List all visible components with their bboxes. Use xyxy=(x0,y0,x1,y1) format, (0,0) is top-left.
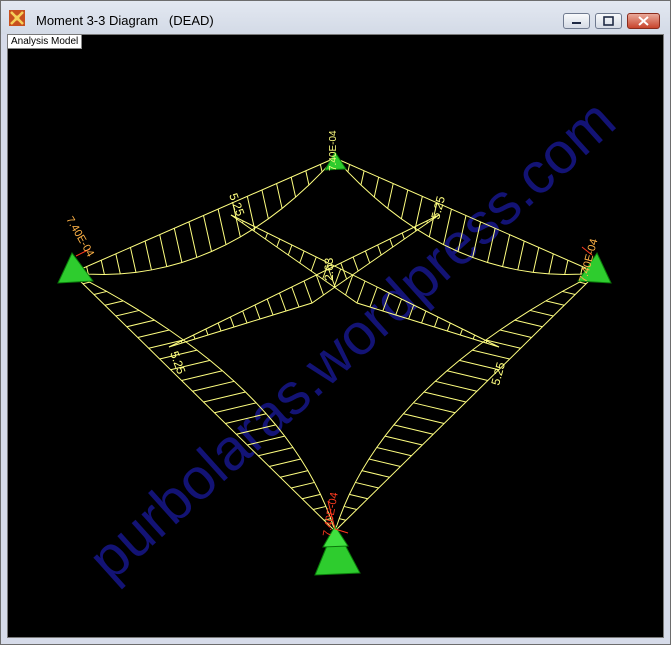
minimize-icon xyxy=(572,22,581,24)
close-button[interactable] xyxy=(627,13,660,29)
model-viewport[interactable]: Analysis Model purbolaras.wordpress.com xyxy=(7,34,664,638)
minimize-button[interactable] xyxy=(563,13,590,29)
maximize-icon xyxy=(603,16,614,26)
maximize-button[interactable] xyxy=(595,13,622,29)
label-top-left-beam: 5.25 xyxy=(226,191,247,218)
label-right-beam: 5.25 xyxy=(488,360,508,386)
label-support-left: 7.40E-04 xyxy=(63,215,96,260)
close-icon xyxy=(638,16,649,26)
label-support-top: 7.40E-04 xyxy=(328,130,339,171)
view-label: Analysis Model xyxy=(8,35,83,49)
title-bar[interactable]: Moment 3-3 Diagram (DEAD) xyxy=(1,1,670,34)
window-title: Moment 3-3 Diagram (DEAD) xyxy=(36,13,214,28)
watermark-text: purbolaras.wordpress.com xyxy=(76,87,627,593)
moment-diagram-window: Moment 3-3 Diagram (DEAD) Analysis Model… xyxy=(0,0,671,645)
app-icon xyxy=(9,10,25,26)
moment-diagram-canvas[interactable]: purbolaras.wordpress.com 2.63 5.25 5.25 … xyxy=(8,35,664,638)
label-center: 2.63 xyxy=(322,257,336,281)
